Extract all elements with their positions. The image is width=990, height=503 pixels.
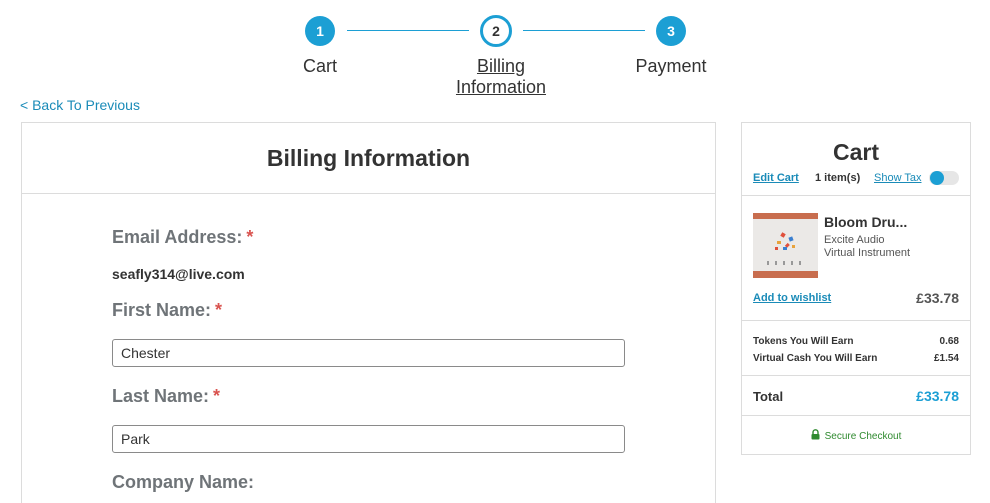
required-marker: * [213, 386, 221, 406]
step-1-label[interactable]: Cart [250, 56, 390, 77]
cart-divider [742, 320, 970, 321]
cart-divider [742, 195, 970, 196]
company-name-label-text: Company Name: [112, 472, 255, 492]
product-thumbnail[interactable] [753, 213, 818, 278]
email-label: Email Address: * [112, 227, 253, 248]
step-2-label-line2: Information [455, 77, 547, 97]
show-tax-link[interactable]: Show Tax [874, 172, 922, 184]
back-to-previous-link[interactable]: < Back To Previous [20, 97, 140, 113]
show-tax-toggle[interactable] [929, 171, 959, 185]
secure-checkout: Secure Checkout [742, 429, 970, 442]
product-price: £33.78 [916, 290, 959, 306]
step-3-circle[interactable]: 3 [656, 16, 686, 46]
last-name-label: Last Name: * [112, 386, 220, 407]
checkout-stepper: 1 2 3 Cart Billing Information Payment [0, 0, 990, 100]
product-vendor: Excite Audio [824, 234, 885, 246]
required-marker: * [215, 300, 223, 320]
cart-meta-row: Edit Cart 1 item(s) Show Tax [742, 171, 970, 187]
step-2-label[interactable]: Billing Information [431, 56, 571, 98]
first-name-label-text: First Name: [112, 300, 212, 320]
thumbnail-bottom-band [753, 271, 818, 278]
step-1-number: 1 [316, 23, 324, 39]
tokens-earn-value: 0.68 [939, 336, 959, 347]
cart-title: Cart [832, 139, 879, 165]
email-label-text: Email Address: [112, 227, 243, 247]
step-2-label-line1: Billing [476, 56, 526, 76]
toggle-knob [930, 171, 944, 185]
cart-divider [742, 375, 970, 376]
first-name-label: First Name: * [112, 300, 222, 321]
virtual-cash-label: Virtual Cash You Will Earn [753, 353, 878, 364]
email-value: seafly314@live.com [112, 266, 245, 282]
step-3-label[interactable]: Payment [601, 56, 741, 77]
required-marker: * [246, 227, 254, 247]
product-name[interactable]: Bloom Dru... [824, 214, 907, 230]
last-name-label-text: Last Name: [112, 386, 210, 406]
last-name-field[interactable] [112, 425, 625, 453]
step-2-circle[interactable]: 2 [480, 15, 512, 47]
step-1-circle[interactable]: 1 [305, 16, 335, 46]
total-value: £33.78 [916, 388, 959, 404]
billing-information-panel: Billing Information Email Address: * seaf… [21, 122, 716, 503]
step-connector-1 [347, 30, 469, 31]
company-name-label: Company Name: [112, 472, 254, 493]
lock-icon [811, 429, 820, 440]
virtual-cash-value: £1.54 [933, 353, 959, 364]
product-artwork-icon [767, 232, 801, 265]
cart-summary-panel: Cart Edit Cart 1 item(s) Show Tax Bloom … [741, 122, 971, 455]
edit-cart-link[interactable]: Edit Cart [753, 172, 799, 184]
billing-header: Billing Information [22, 123, 715, 194]
secure-checkout-text: Secure Checkout [824, 431, 902, 442]
total-label: Total [753, 389, 784, 404]
step-3-number: 3 [667, 23, 675, 39]
step-connector-2 [523, 30, 645, 31]
tokens-earn-label: Tokens You Will Earn [753, 336, 854, 347]
product-type: Virtual Instrument [824, 247, 911, 259]
step-2-number: 2 [492, 23, 500, 39]
add-to-wishlist-link[interactable]: Add to wishlist [753, 292, 831, 304]
cart-item-count: 1 item(s) [815, 172, 861, 184]
cart-divider [742, 415, 970, 416]
first-name-field[interactable] [112, 339, 625, 367]
billing-title: Billing Information [266, 144, 471, 171]
